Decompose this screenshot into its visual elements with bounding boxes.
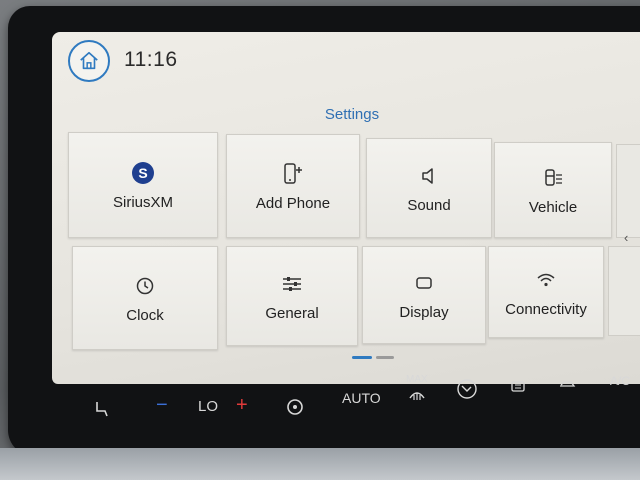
- tile-connectivity[interactable]: Connectivity: [488, 246, 604, 338]
- tile-label: Clock: [126, 306, 164, 324]
- max-defrost-label: MAX: [406, 374, 428, 385]
- home-icon: [80, 51, 98, 70]
- max-defrost-button[interactable]: [408, 388, 426, 405]
- temp-decrease-button[interactable]: −: [156, 394, 168, 417]
- steering-heat-button[interactable]: [286, 398, 304, 419]
- clock-icon: [135, 273, 155, 299]
- tile-vehicle[interactable]: Vehicle: [494, 142, 612, 238]
- climate-controls: − LO + AUTO MAX A/C: [60, 374, 640, 436]
- auto-climate-button[interactable]: AUTO: [342, 390, 381, 406]
- tile-label: General: [265, 304, 319, 322]
- tile-general[interactable]: General: [226, 246, 358, 346]
- siriusxm-logo-icon: S: [132, 160, 154, 186]
- fan-mode-button[interactable]: [456, 378, 478, 403]
- wifi-icon: [536, 267, 556, 293]
- tile-partial-next[interactable]: [608, 246, 640, 336]
- seat-heat-button[interactable]: [92, 400, 110, 421]
- touchscreen: 11:16 Settings S SiriusXM Add Phone Soun…: [52, 32, 640, 384]
- tile-add-phone[interactable]: Add Phone: [226, 134, 360, 238]
- home-button[interactable]: [68, 40, 110, 82]
- speaker-icon: [419, 163, 439, 189]
- rear-defrost-button[interactable]: [510, 380, 526, 397]
- temp-increase-button[interactable]: +: [236, 394, 248, 417]
- dashboard-trim: [0, 448, 640, 480]
- tile-display[interactable]: Display: [362, 246, 486, 344]
- sliders-icon: [281, 271, 303, 297]
- tile-clock[interactable]: Clock: [72, 246, 218, 350]
- tile-partial-next[interactable]: [616, 144, 640, 238]
- tile-label: SiriusXM: [112, 193, 173, 211]
- recirculation-icon: [560, 381, 576, 387]
- tile-label: Vehicle: [528, 198, 578, 216]
- page-dot[interactable]: [376, 356, 394, 359]
- chevron-left-icon[interactable]: ‹: [624, 230, 628, 245]
- recirculation-button[interactable]: [558, 376, 578, 393]
- tile-label: Sound: [407, 196, 451, 214]
- page-dot-active[interactable]: [352, 356, 372, 359]
- tile-siriusxm[interactable]: S SiriusXM: [68, 132, 218, 238]
- vehicle-icon: [542, 165, 564, 191]
- temperature-readout: LO: [198, 398, 219, 415]
- tile-label: Connectivity: [505, 300, 587, 318]
- add-phone-icon: [282, 161, 304, 187]
- rear-defrost-icon: [511, 381, 525, 392]
- fan-direction-icon: [457, 379, 477, 399]
- steering-wheel-icon: [287, 399, 303, 415]
- page-indicator[interactable]: [352, 356, 394, 359]
- seat-icon: [96, 402, 108, 417]
- page-title: Settings: [324, 106, 380, 123]
- tile-label: Add Phone: [255, 194, 331, 212]
- status-clock: 11:16: [124, 48, 178, 71]
- tile-sound[interactable]: Sound: [366, 138, 492, 238]
- tile-label: Display: [399, 303, 449, 321]
- ac-button[interactable]: A/C: [610, 374, 630, 388]
- display-icon: [414, 270, 434, 296]
- defrost-icon: [409, 392, 425, 400]
